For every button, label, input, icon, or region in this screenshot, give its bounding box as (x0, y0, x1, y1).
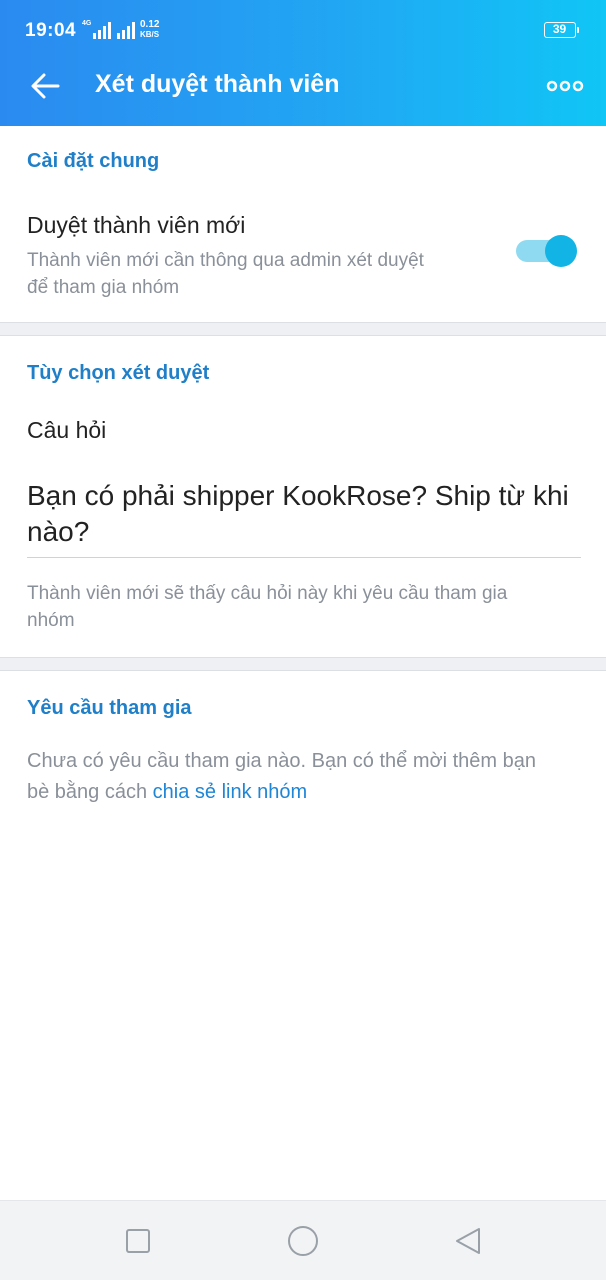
section-divider (0, 657, 606, 671)
question-label: Câu hỏi (27, 417, 107, 443)
header: 19:04 4G 0.12 KB/S 39 Xét duyệt thành vi… (0, 0, 606, 126)
speed-unit: KB/S (140, 30, 160, 39)
question-hint-line: nhóm (27, 610, 75, 631)
empty-text-part: Chưa có yêu cầu tham gia nào. Bạn có thể… (27, 750, 537, 772)
approve-members-description: Thành viên mới cần thông qua admin xét d… (27, 247, 424, 301)
circle-icon (288, 1226, 318, 1256)
question-hint-line: Thành viên mới sẽ thấy câu hỏi này khi y… (27, 583, 508, 604)
status-time: 19:04 (25, 20, 77, 41)
battery-icon: 39 (544, 22, 576, 38)
home-button[interactable] (283, 1221, 323, 1261)
triangle-back-icon (456, 1228, 480, 1254)
join-requests-empty-text: Chưa có yêu cầu tham gia nào. Bạn có thể… (27, 746, 587, 808)
more-horizontal-icon (546, 80, 584, 92)
signal-icon (117, 22, 135, 39)
share-group-link[interactable]: chia sẻ link nhóm (153, 781, 308, 803)
section-divider (0, 322, 606, 336)
recents-button[interactable] (118, 1221, 158, 1261)
toggle-knob (545, 235, 577, 267)
back-nav-button[interactable] (448, 1221, 488, 1261)
question-hint: Thành viên mới sẽ thấy câu hỏi này khi y… (27, 580, 587, 634)
speed-value: 0.12 (140, 19, 160, 30)
page-title: Xét duyệt thành viên (95, 70, 340, 98)
status-bar: 19:04 4G 0.12 KB/S 39 (0, 0, 606, 46)
back-button[interactable] (22, 63, 68, 109)
section-title-review-options: Tùy chọn xét duyệt (27, 362, 210, 384)
system-nav-bar (0, 1200, 606, 1280)
square-icon (126, 1229, 150, 1253)
arrow-left-icon (31, 73, 60, 99)
approve-desc-line: Thành viên mới cần thông qua admin xét d… (27, 250, 424, 271)
approve-desc-line: để tham gia nhóm (27, 277, 180, 298)
approve-members-toggle[interactable] (514, 233, 580, 269)
network-speed: 0.12 KB/S (140, 20, 159, 40)
section-title-join-requests: Yêu cầu tham gia (27, 697, 192, 719)
battery-level: 39 (552, 22, 567, 36)
battery-nub (577, 27, 579, 33)
section-title-general: Cài đặt chung (27, 150, 160, 172)
more-options-button[interactable] (538, 66, 588, 106)
app-bar: Xét duyệt thành viên (0, 46, 606, 126)
signal-icon (93, 22, 111, 39)
network-type: 4G (82, 20, 92, 27)
question-input[interactable]: Bạn có phải shipper KookRose? Ship từ kh… (27, 474, 581, 558)
empty-text-part: bè bằng cách (27, 781, 153, 803)
approve-members-title: Duyệt thành viên mới (27, 212, 246, 238)
